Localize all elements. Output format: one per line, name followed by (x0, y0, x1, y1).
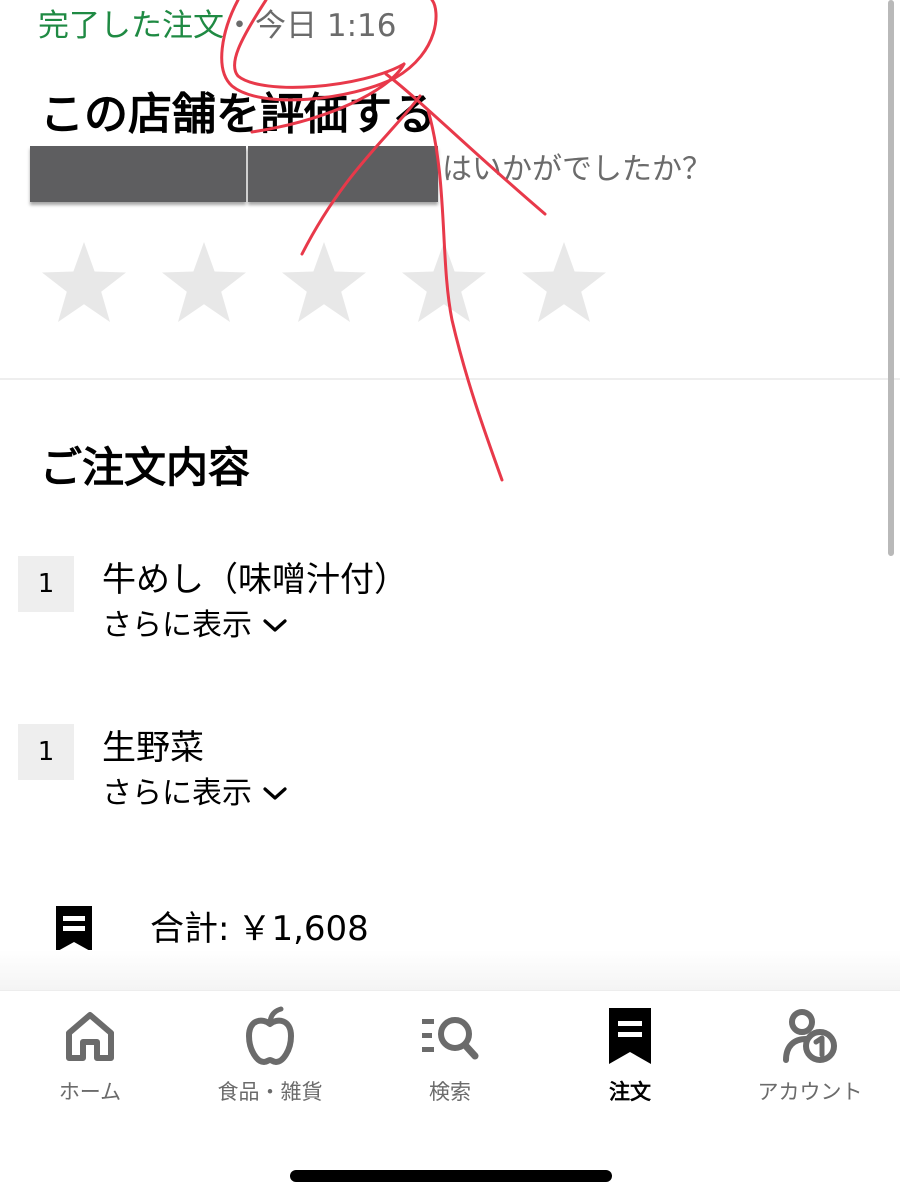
orders-icon (609, 1008, 651, 1064)
section-divider (0, 378, 900, 380)
star-4[interactable] (400, 240, 488, 326)
total-label: 合計: (150, 909, 230, 949)
home-icon (66, 1012, 114, 1061)
completed-order-label: 完了した注文 (38, 8, 224, 44)
tab-account[interactable]: アカウント (720, 1001, 900, 1107)
chevron-down-icon (263, 619, 287, 632)
tab-label: 検索 (429, 1080, 471, 1104)
item-name: 牛めし（味噌汁付） (102, 560, 408, 600)
star-1[interactable] (40, 240, 128, 326)
star-icon (162, 242, 246, 322)
order-time: 今日 1:16 (255, 8, 397, 44)
content-fade (0, 950, 900, 990)
chevron-down-icon (263, 787, 287, 800)
home-indicator (290, 1170, 612, 1182)
search-icon (422, 1017, 479, 1060)
tab-label: ホーム (58, 1080, 122, 1104)
star-icon (282, 242, 366, 322)
star-icon (402, 242, 486, 322)
star-icon (522, 242, 606, 322)
tab-grocery[interactable]: 食品・雑貨 (180, 1001, 360, 1107)
apple-icon (246, 1006, 294, 1065)
redacted-store-name (248, 146, 438, 202)
scrollbar[interactable] (888, 0, 894, 556)
show-more-label: さらに表示 (102, 608, 252, 643)
tab-label: 注文 (609, 1080, 651, 1104)
star-icon (42, 242, 126, 322)
receipt-icon (56, 906, 92, 952)
star-5[interactable] (520, 240, 608, 326)
show-more-label: さらに表示 (102, 776, 252, 811)
star-rating (40, 240, 608, 326)
total-value: ￥1,608 (237, 909, 369, 949)
show-more-button[interactable]: さらに表示 (102, 606, 288, 646)
rate-store-title: この店舗を評価する (40, 89, 436, 140)
star-2[interactable] (160, 240, 248, 326)
order-details-title: ご注文内容 (40, 443, 251, 492)
status-separator: ・ (224, 8, 255, 44)
rating-question: はいかがでしたか？ (442, 152, 712, 187)
item-quantity: 1 (18, 556, 74, 612)
tab-label: 食品・雑貨 (217, 1080, 323, 1104)
star-3[interactable] (280, 240, 368, 326)
show-more-button[interactable]: さらに表示 (102, 774, 288, 814)
tab-orders[interactable]: 注文 (540, 1001, 720, 1107)
item-name: 生野菜 (102, 728, 204, 768)
tab-search[interactable]: 検索 (360, 1001, 540, 1107)
order-total: 合計: ￥1,608 (150, 906, 369, 952)
account-icon (783, 1009, 837, 1063)
tab-home[interactable]: ホーム (0, 1001, 180, 1107)
item-quantity: 1 (18, 724, 74, 780)
order-status-line: 完了した注文・今日 1:16 (38, 6, 396, 46)
redacted-store-name (30, 146, 246, 202)
tab-label: アカウント (757, 1080, 863, 1104)
